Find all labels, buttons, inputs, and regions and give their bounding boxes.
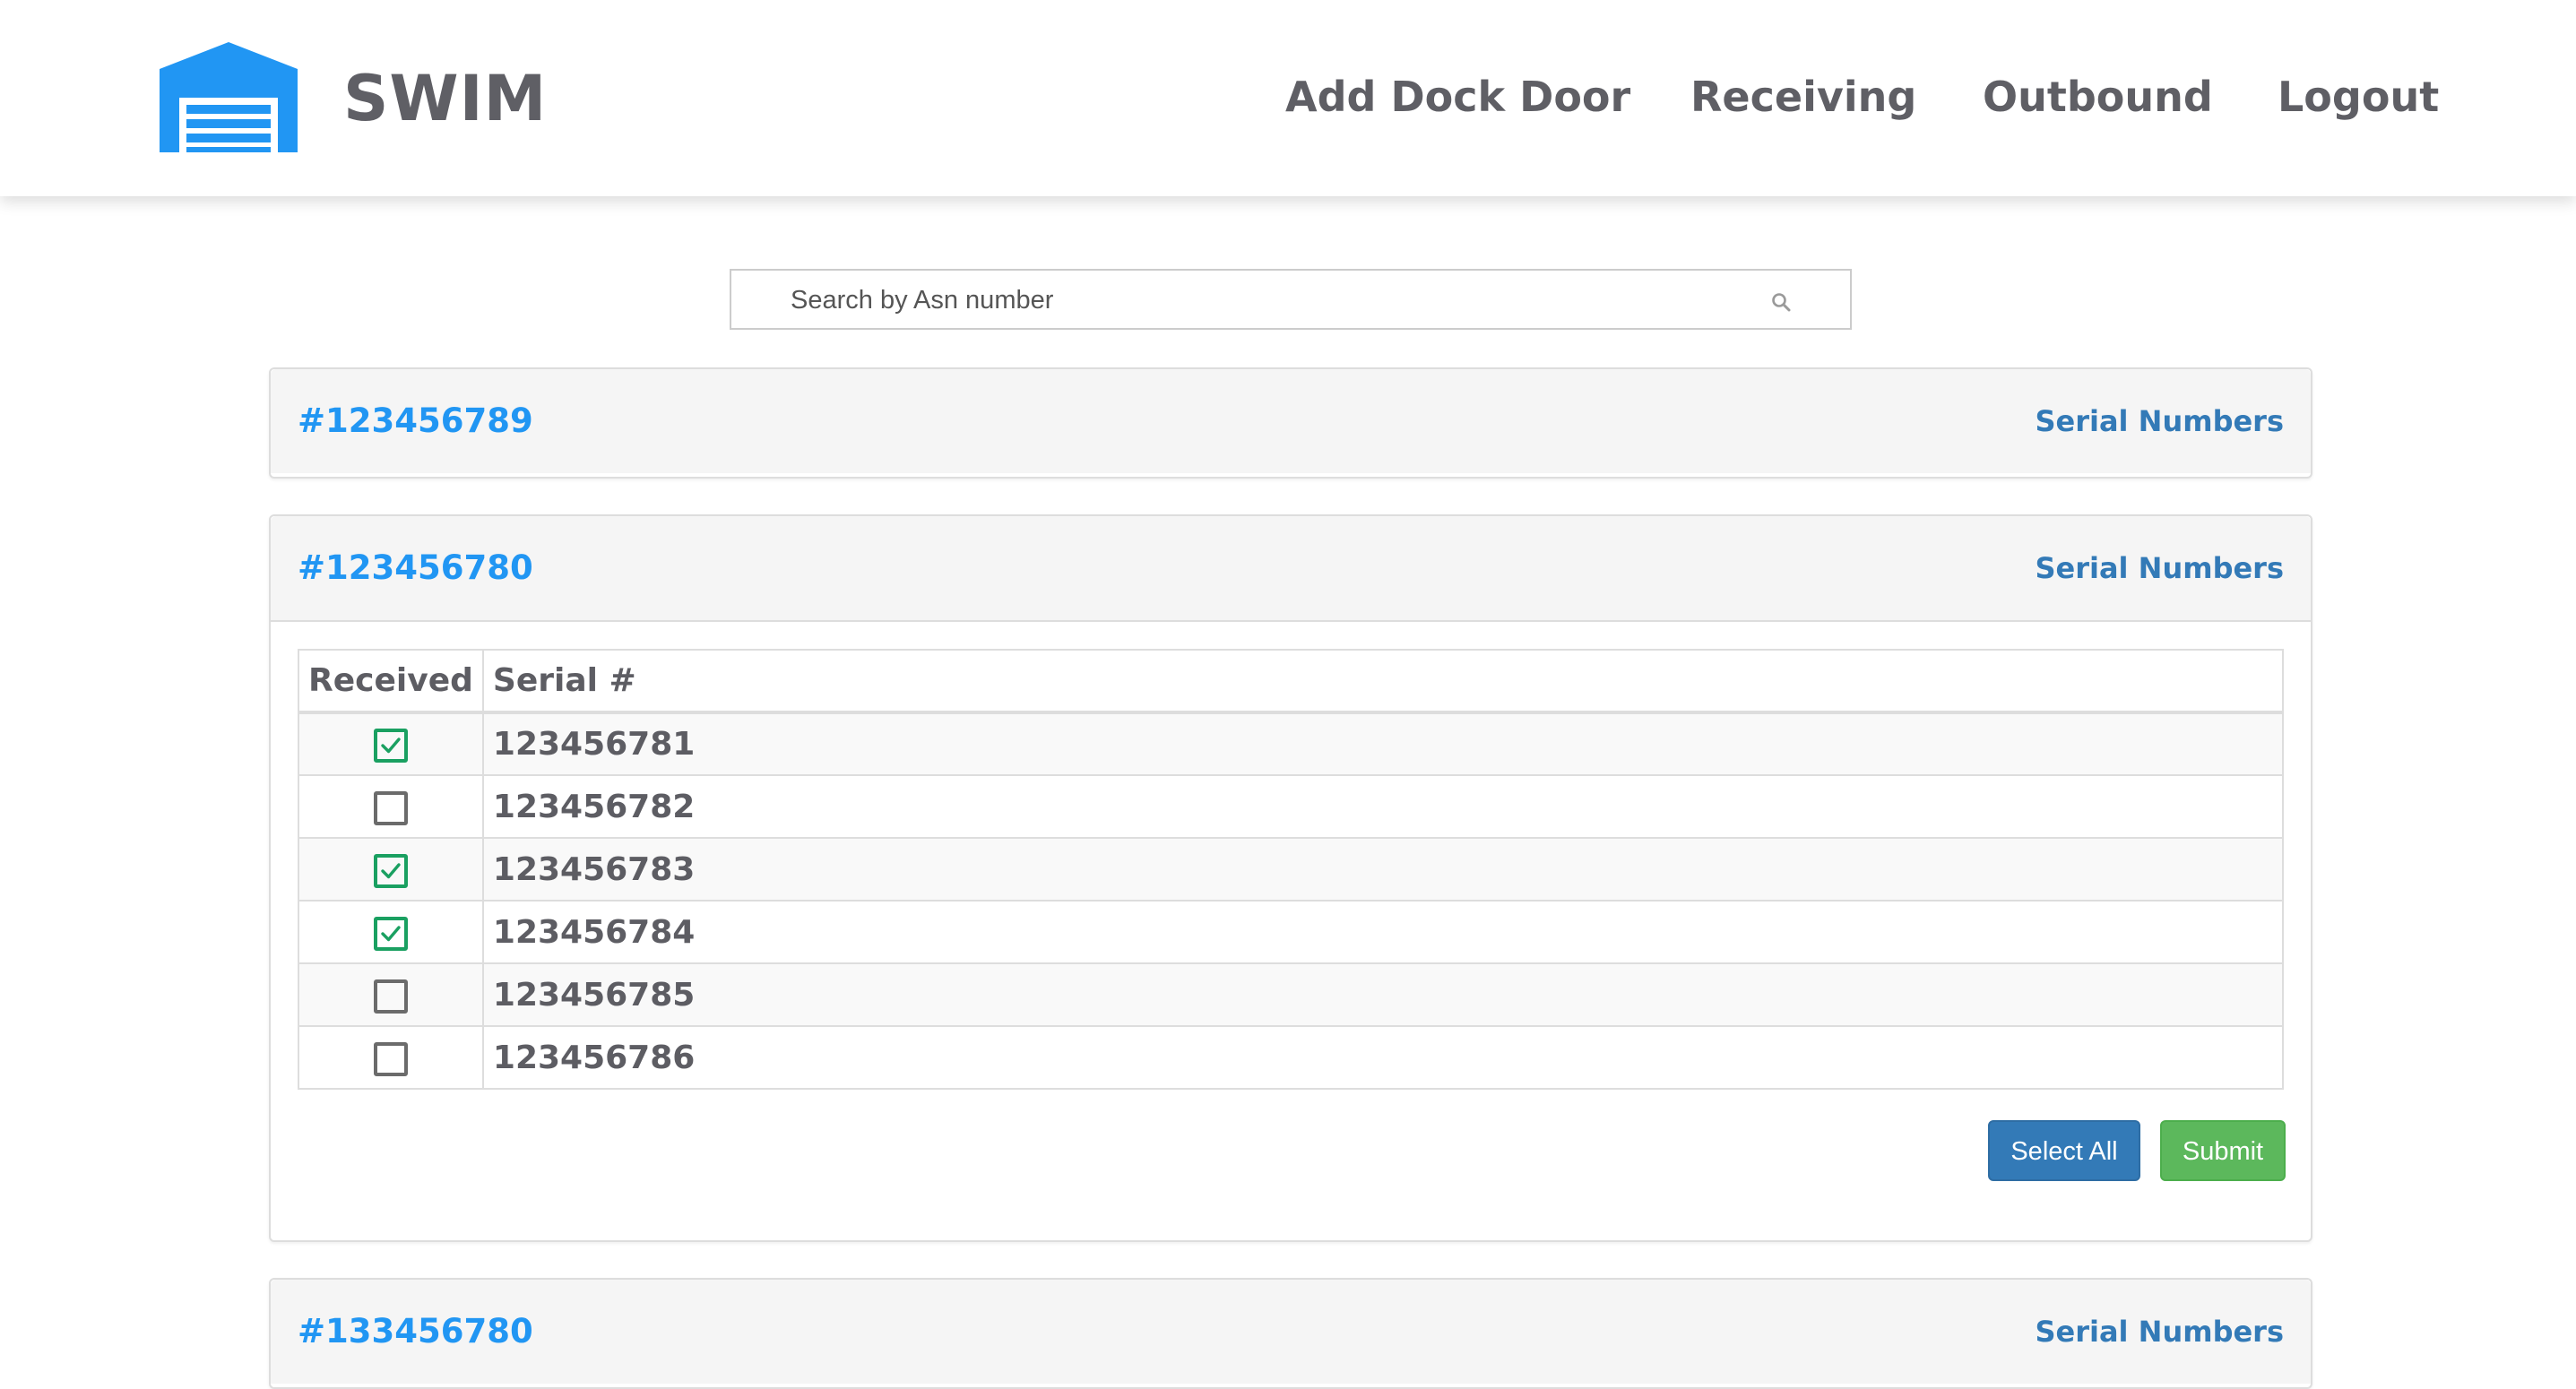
received-checkbox[interactable]	[373, 1041, 408, 1076]
nav-add-dock-door[interactable]: Add Dock Door	[1285, 70, 1630, 124]
brand-name[interactable]: SWIM	[343, 63, 547, 134]
panel-heading: #123456780 Serial Numbers	[271, 516, 2311, 622]
table-row: 123456784	[298, 900, 2285, 964]
asn-panel: #133456780 Serial Numbers	[269, 1278, 2312, 1389]
top-navbar: SWIM Add Dock Door Receiving Outbound Lo…	[0, 0, 2576, 196]
nav-receiving[interactable]: Receiving	[1690, 70, 1916, 124]
received-checkbox-checked[interactable]	[373, 916, 408, 951]
received-cell	[298, 712, 484, 776]
received-cell	[298, 962, 484, 1027]
panel-heading: #123456789 Serial Numbers	[271, 369, 2311, 473]
received-checkbox-checked[interactable]	[373, 853, 408, 888]
nav-outbound[interactable]: Outbound	[1983, 70, 2213, 124]
panel-heading: #133456780 Serial Numbers	[271, 1280, 2311, 1384]
asn-search-input[interactable]	[789, 271, 1760, 330]
select-all-button[interactable]: Select All	[1988, 1120, 2140, 1181]
serial-numbers-link[interactable]: Serial Numbers	[2035, 1280, 2284, 1384]
serial-numbers-table: Received Serial # 123456781 123456782 1234…	[298, 649, 2285, 1090]
table-row: 123456785	[298, 962, 2285, 1027]
checkmark-icon	[381, 738, 401, 754]
column-header-received[interactable]: Received	[298, 649, 484, 714]
serial-number-cell: 123456782	[481, 774, 2285, 839]
serial-number-cell: 123456786	[481, 1025, 2285, 1090]
serial-numbers-link[interactable]: Serial Numbers	[2035, 516, 2284, 620]
garage-door-icon[interactable]	[160, 42, 298, 152]
asn-search-box	[730, 269, 1852, 330]
received-cell	[298, 774, 484, 839]
submit-button[interactable]: Submit	[2160, 1120, 2286, 1181]
received-checkbox[interactable]	[373, 790, 408, 825]
serial-numbers-link[interactable]: Serial Numbers	[2035, 369, 2284, 473]
table-row: 123456783	[298, 837, 2285, 902]
table-row: 123456782	[298, 774, 2285, 839]
asn-number-link[interactable]: #133456780	[298, 1280, 533, 1384]
received-cell	[298, 837, 484, 902]
serial-number-cell: 123456781	[481, 712, 2285, 776]
serial-number-cell: 123456783	[481, 837, 2285, 902]
received-cell	[298, 900, 484, 964]
received-cell	[298, 1025, 484, 1090]
column-header-serial[interactable]: Serial #	[481, 649, 2285, 714]
serial-number-cell: 123456784	[481, 900, 2285, 964]
asn-number-link[interactable]: #123456780	[298, 516, 533, 620]
table-row: 123456781	[298, 712, 2285, 776]
received-checkbox[interactable]	[373, 979, 408, 1014]
table-row: 123456786	[298, 1025, 2285, 1090]
serial-number-cell: 123456785	[481, 962, 2285, 1027]
checkmark-icon	[381, 862, 401, 878]
asn-panel: #123456789 Serial Numbers	[269, 367, 2312, 479]
nav-logout[interactable]: Logout	[2278, 70, 2439, 124]
search-icon[interactable]	[1770, 291, 1792, 313]
asn-number-link[interactable]: #123456789	[298, 369, 533, 473]
asn-panel-expanded: #123456780 Serial Numbers Received Seria…	[269, 514, 2312, 1242]
checkmark-icon	[381, 925, 401, 941]
table-header-row: Received Serial #	[298, 649, 2285, 714]
received-checkbox-checked[interactable]	[373, 729, 408, 763]
